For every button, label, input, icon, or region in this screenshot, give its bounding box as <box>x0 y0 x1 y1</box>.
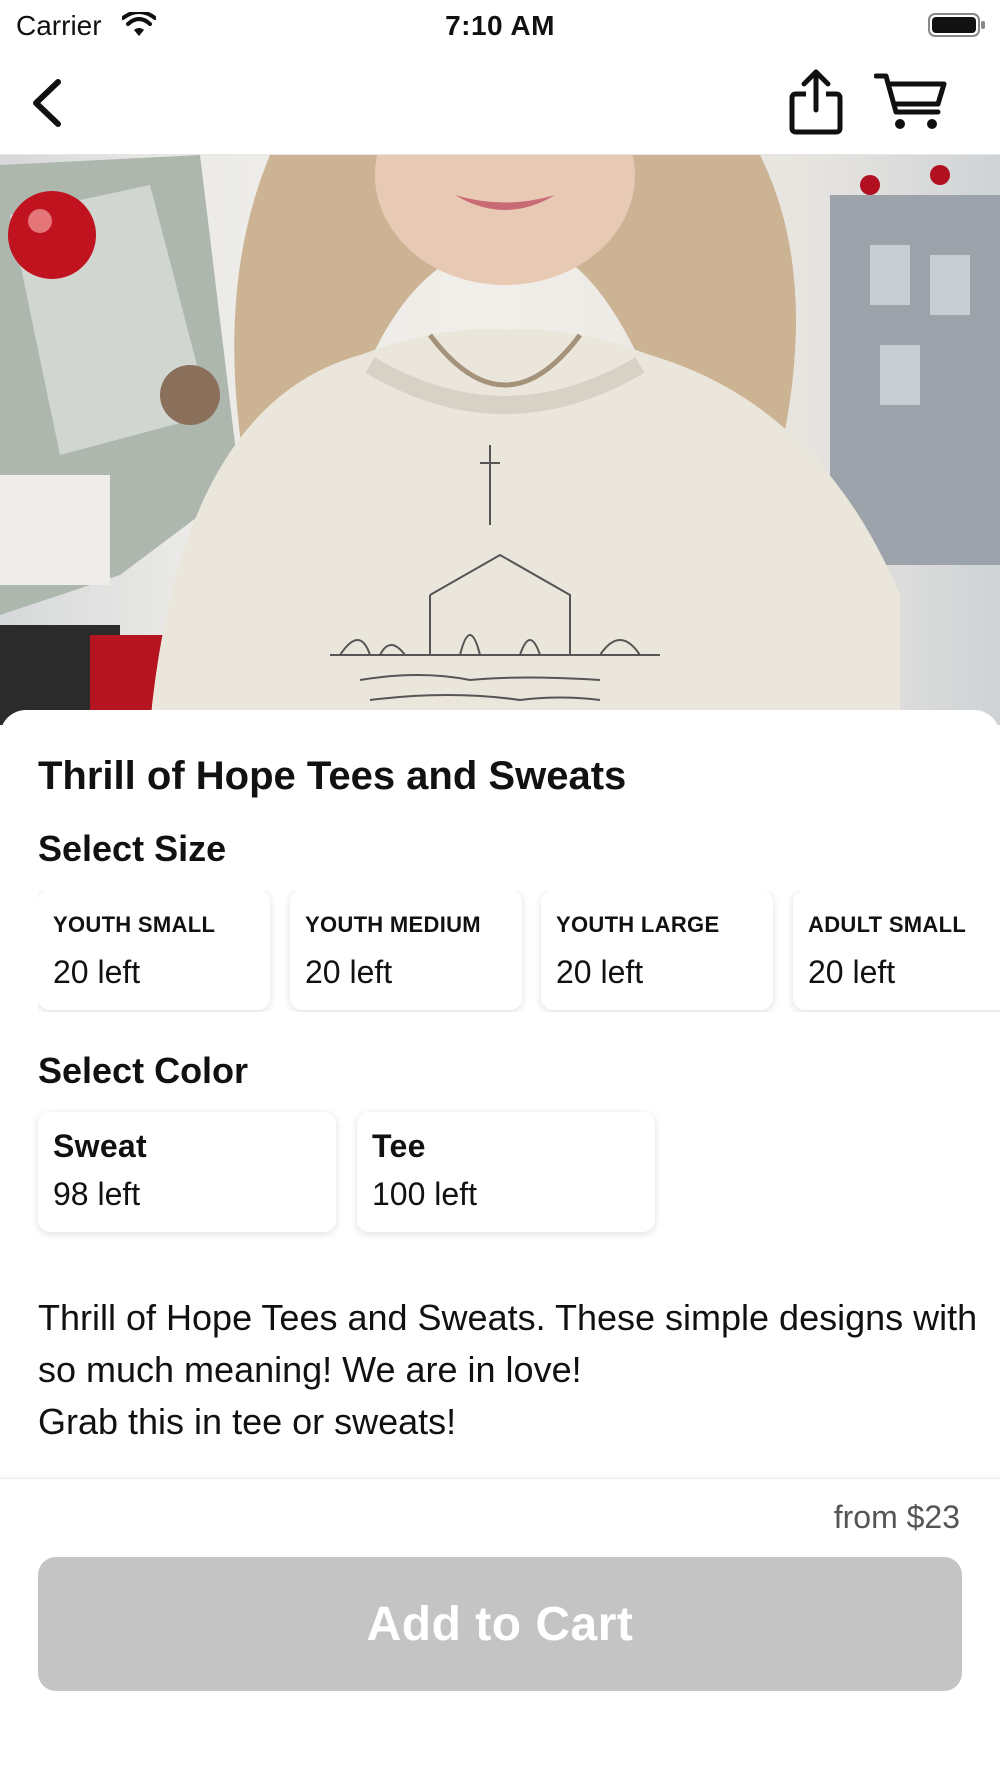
size-name: ADULT SMALL <box>808 912 967 937</box>
size-stock: 20 left <box>53 954 141 990</box>
navigation-bar <box>0 52 1000 155</box>
color-option-sweat[interactable]: Sweat 98 left <box>38 1112 336 1232</box>
size-name: YOUTH SMALL <box>53 912 216 937</box>
size-stock: 20 left <box>808 954 896 990</box>
share-button[interactable] <box>786 66 846 136</box>
size-stock: 20 left <box>556 954 644 990</box>
product-image <box>0 155 1000 725</box>
clock-time: 7:10 AM <box>445 10 555 41</box>
purchase-bar: from $23 Add to Cart <box>0 1478 1000 1778</box>
back-button[interactable] <box>22 72 72 134</box>
add-to-cart-button[interactable]: Add to Cart <box>38 1557 962 1691</box>
chevron-left-icon <box>33 79 61 127</box>
size-name: YOUTH LARGE <box>556 912 720 937</box>
product-details-sheet: Thrill of Hope Tees and Sweats Select Si… <box>0 710 1000 1480</box>
battery-icon <box>928 13 985 37</box>
select-color-label: Select Color <box>38 1050 249 1091</box>
product-description: Thrill of Hope Tees and Sweats. These si… <box>38 1297 978 1442</box>
cart-icon <box>873 73 947 129</box>
size-option-youth-small[interactable]: YOUTH SMALL 20 left <box>38 890 270 1010</box>
house-decoration <box>830 165 1000 565</box>
color-name: Sweat <box>53 1128 147 1164</box>
price-label: from $23 <box>833 1499 960 1535</box>
color-stock: 98 left <box>53 1176 141 1212</box>
color-name: Tee <box>372 1128 426 1164</box>
product-title: Thrill of Hope Tees and Sweats <box>38 754 627 798</box>
color-option-tee[interactable]: Tee 100 left <box>357 1112 655 1232</box>
size-name: YOUTH MEDIUM <box>305 912 481 937</box>
share-icon <box>789 69 843 135</box>
size-options[interactable]: YOUTH SMALL 20 left YOUTH MEDIUM 20 left… <box>38 890 1000 1012</box>
color-stock: 100 left <box>372 1176 477 1212</box>
select-size-label: Select Size <box>38 828 227 869</box>
size-option-youth-medium[interactable]: YOUTH MEDIUM 20 left <box>290 890 522 1010</box>
color-options: Sweat 98 left Tee 100 left <box>38 1112 1000 1234</box>
cart-button[interactable] <box>873 70 948 134</box>
size-stock: 20 left <box>305 954 393 990</box>
size-option-adult-small[interactable]: ADULT SMALL 20 left <box>793 890 1000 1010</box>
size-option-youth-large[interactable]: YOUTH LARGE 20 left <box>541 890 773 1010</box>
status-bar: Carrier 7:10 AM <box>0 0 1000 52</box>
